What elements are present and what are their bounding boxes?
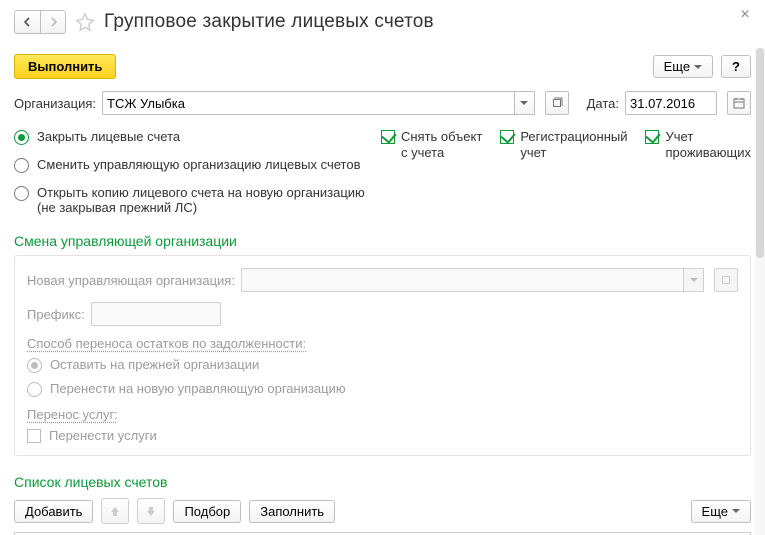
organization-input[interactable] — [102, 91, 515, 115]
checkbox-icon — [645, 130, 659, 144]
balance-transfer-label: Способ переноса остатков по задолженност… — [27, 336, 306, 351]
mode-change-org[interactable]: Сменить управляющую организацию лицевых … — [14, 157, 365, 173]
add-button[interactable]: Добавить — [14, 500, 93, 523]
new-org-input — [241, 268, 684, 292]
fill-button[interactable]: Заполнить — [249, 500, 335, 523]
calendar-icon — [733, 97, 745, 109]
new-org-label: Новая управляющая организация: — [27, 273, 235, 288]
services-transfer-check: Перенести услуги — [27, 428, 738, 443]
radio-icon — [14, 158, 29, 173]
nav-back-button[interactable] — [14, 10, 40, 34]
prefix-label: Префикс: — [27, 307, 85, 322]
balance-move-new-label: Перенести на новую управляющую организац… — [50, 381, 346, 396]
radio-icon — [27, 382, 42, 397]
organization-input-wrap — [102, 91, 535, 115]
new-org-open-button — [714, 268, 738, 292]
list-more-button-label: Еще — [702, 504, 728, 519]
balance-move-new: Перенести на новую управляющую организац… — [27, 381, 738, 397]
radio-icon — [14, 130, 29, 145]
chevron-down-icon — [690, 278, 698, 282]
services-transfer-check-label: Перенести услуги — [49, 428, 157, 443]
arrow-left-icon — [23, 17, 33, 27]
date-input[interactable] — [625, 91, 717, 115]
page-title: Групповое закрытие лицевых счетов — [104, 11, 434, 33]
execute-button[interactable]: Выполнить — [14, 54, 116, 79]
organization-dropdown-button[interactable] — [515, 91, 535, 115]
change-org-group: Новая управляющая организация: Префикс: … — [14, 255, 751, 456]
check-remove-object[interactable]: Снять объект с учета — [381, 129, 482, 215]
open-external-icon — [551, 97, 563, 109]
mode-open-copy[interactable]: Открыть копию лицевого счета на новую ор… — [14, 185, 365, 215]
prefix-input — [91, 302, 221, 326]
chevron-down-icon — [694, 65, 702, 69]
more-button[interactable]: Еще — [653, 55, 713, 78]
arrow-right-icon — [48, 17, 58, 27]
services-transfer-label: Перенос услуг: — [27, 407, 118, 422]
close-button[interactable]: × — [737, 6, 753, 22]
date-calendar-button[interactable] — [727, 91, 751, 115]
organization-open-button[interactable] — [545, 91, 569, 115]
check-registration[interactable]: Регистрационный учет — [500, 129, 627, 215]
vertical-scrollbar[interactable] — [755, 48, 765, 535]
arrow-down-icon — [145, 505, 157, 517]
move-down-button[interactable] — [137, 498, 165, 524]
radio-icon — [14, 186, 29, 201]
arrow-up-icon — [109, 505, 121, 517]
new-org-input-wrap — [241, 268, 704, 292]
radio-icon — [27, 358, 42, 373]
checkbox-icon — [500, 130, 514, 144]
help-button[interactable]: ? — [721, 55, 751, 78]
mode-open-copy-label: Открыть копию лицевого счета на новую ор… — [37, 185, 365, 215]
new-org-dropdown-button — [684, 268, 704, 292]
favorite-star-icon[interactable] — [74, 11, 96, 33]
list-more-button[interactable]: Еще — [691, 500, 751, 523]
mode-close-accounts-label: Закрыть лицевые счета — [37, 129, 180, 144]
more-button-label: Еще — [664, 59, 690, 74]
chevron-down-icon — [732, 509, 740, 513]
pick-button[interactable]: Подбор — [173, 500, 241, 523]
balance-keep-old: Оставить на прежней организации — [27, 357, 738, 373]
move-up-button[interactable] — [101, 498, 129, 524]
checkbox-icon — [27, 429, 41, 443]
date-label: Дата: — [587, 96, 619, 111]
mode-change-org-label: Сменить управляющую организацию лицевых … — [37, 157, 360, 172]
balance-keep-old-label: Оставить на прежней организации — [50, 357, 259, 372]
list-section-title: Список лицевых счетов — [14, 474, 751, 490]
scrollbar-thumb[interactable] — [756, 48, 764, 258]
chevron-down-icon — [520, 101, 528, 105]
check-residents[interactable]: Учет проживающих — [645, 129, 751, 215]
nav-forward-button[interactable] — [40, 10, 66, 34]
checkbox-icon — [381, 130, 395, 144]
change-org-section-title: Смена управляющей организации — [14, 233, 751, 249]
open-external-icon — [720, 274, 732, 286]
organization-label: Организация: — [14, 96, 96, 111]
mode-close-accounts[interactable]: Закрыть лицевые счета — [14, 129, 365, 145]
